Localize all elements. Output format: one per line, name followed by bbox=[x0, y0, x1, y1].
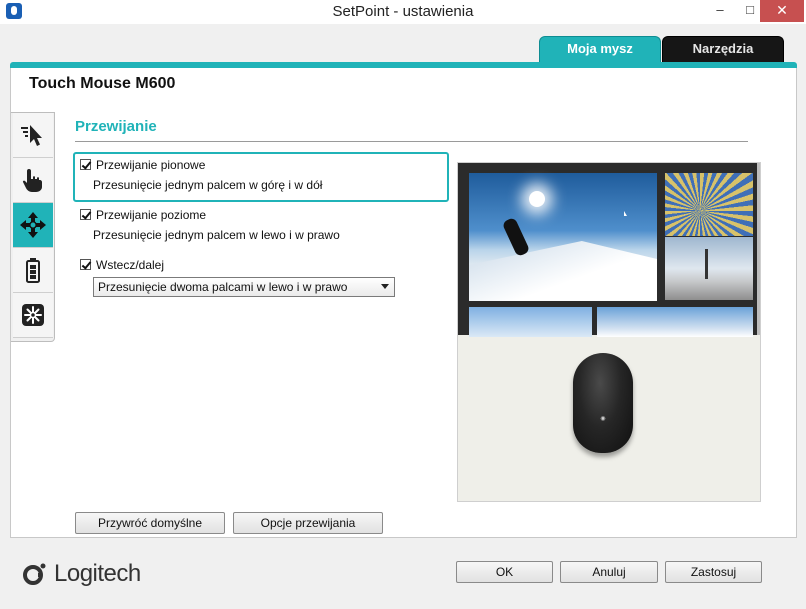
battery-icon bbox=[26, 258, 40, 283]
side-tab-receiver[interactable] bbox=[13, 293, 53, 338]
chevron-down-icon bbox=[381, 284, 389, 289]
side-tab-scroll[interactable] bbox=[13, 203, 53, 248]
side-tab-touch[interactable] bbox=[13, 158, 53, 203]
device-title: Touch Mouse M600 bbox=[29, 75, 176, 92]
pointer-cursor-icon bbox=[624, 211, 627, 216]
apply-button[interactable]: Zastosuj bbox=[665, 561, 762, 583]
vertical-scroll-checkbox[interactable] bbox=[80, 159, 91, 170]
sky-photo bbox=[469, 307, 592, 337]
horizontal-scroll-checkbox[interactable] bbox=[80, 209, 91, 220]
window-title: SetPoint - ustawienia bbox=[332, 3, 474, 20]
unifying-receiver-icon bbox=[22, 304, 44, 326]
back-forward-label: Wstecz/dalej bbox=[96, 258, 165, 272]
logitech-logo: Logitech bbox=[22, 560, 141, 588]
pointer-speed-icon bbox=[21, 125, 42, 146]
close-button[interactable]: ✕ bbox=[760, 0, 804, 22]
preview-scrollbar bbox=[757, 163, 760, 335]
back-forward-checkbox[interactable] bbox=[80, 259, 91, 270]
horizontal-scroll-label: Przewijanie poziome bbox=[96, 208, 207, 222]
touch-mouse-image: ◉ bbox=[573, 353, 633, 453]
landscape-photo bbox=[665, 237, 753, 300]
tab-my-mouse[interactable]: Moja mysz bbox=[539, 36, 661, 65]
vertical-scroll-label: Przewijanie pionowe bbox=[96, 158, 206, 172]
logitech-mark-icon bbox=[23, 563, 46, 585]
scroll-options-button[interactable]: Opcje przewijania bbox=[233, 512, 383, 534]
snow-slope bbox=[469, 241, 657, 301]
gesture-preview: ◉ bbox=[457, 162, 761, 502]
preview-screen bbox=[458, 163, 760, 337]
tower-figure bbox=[705, 249, 708, 279]
back-forward-gesture-select[interactable]: Przesunięcie dwoma palcami w lewo i w pr… bbox=[93, 277, 395, 297]
fans-photo bbox=[665, 173, 753, 236]
side-tab-pointer[interactable] bbox=[13, 113, 53, 158]
vertical-scroll-description: Przesunięcie jednym palcem w górę i w dó… bbox=[93, 178, 323, 192]
minimize-button[interactable]: – bbox=[706, 0, 734, 22]
tab-tools[interactable]: Narzędzia bbox=[662, 36, 784, 65]
back-forward-gesture-value: Przesunięcie dwoma palcami w lewo i w pr… bbox=[98, 280, 348, 294]
ok-button[interactable]: OK bbox=[456, 561, 553, 583]
section-title: Przewijanie bbox=[75, 118, 157, 135]
restore-defaults-button[interactable]: Przywróć domyślne bbox=[75, 512, 225, 534]
section-divider bbox=[75, 141, 748, 142]
logitech-wordmark: Logitech bbox=[54, 560, 141, 587]
horizontal-scroll-description: Przesunięcie jednym palcem w lewo i w pr… bbox=[93, 228, 340, 242]
skier-photo bbox=[469, 173, 657, 301]
mountain-photo bbox=[597, 307, 753, 337]
scroll-move-icon bbox=[20, 212, 46, 238]
side-tab-battery[interactable] bbox=[13, 248, 53, 293]
sun-glare bbox=[529, 191, 545, 207]
mouse-logo-icon: ◉ bbox=[600, 416, 606, 422]
touch-hand-icon bbox=[22, 169, 42, 192]
cancel-button[interactable]: Anuluj bbox=[560, 561, 658, 583]
title-bar: SetPoint - ustawienia – □ ✕ bbox=[0, 0, 806, 24]
skier-figure bbox=[501, 216, 531, 258]
